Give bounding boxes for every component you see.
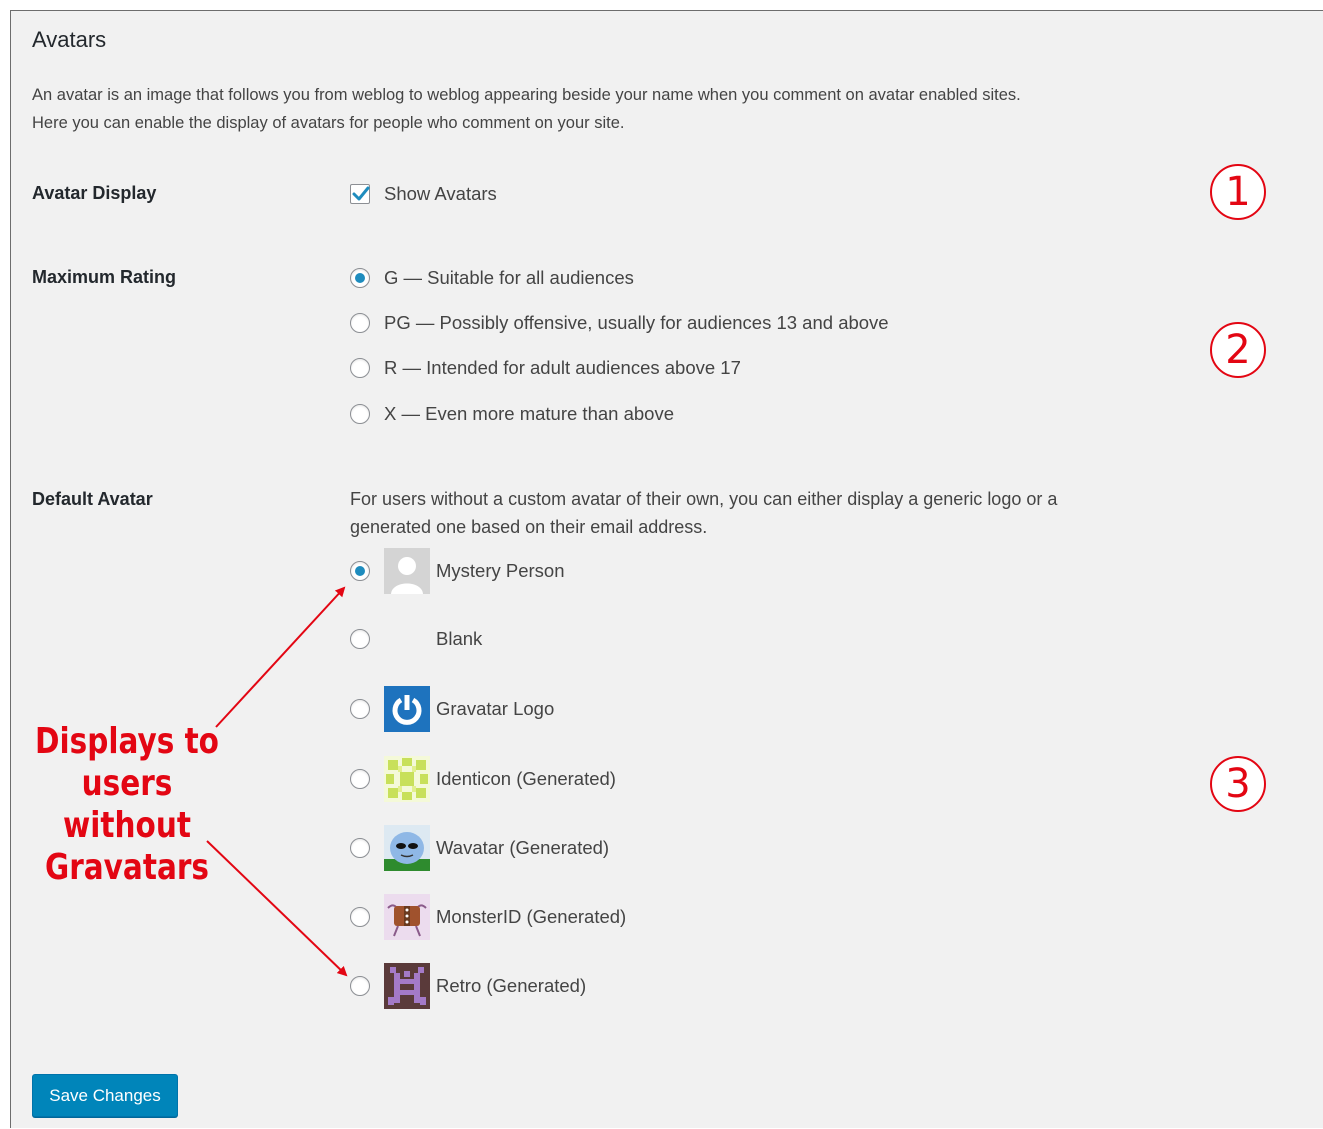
avatars-settings-panel: Avatars An avatar is an image that follo… <box>10 10 1323 1128</box>
arrow-to-retro <box>206 840 348 977</box>
arrow-to-mystery-person <box>215 586 346 728</box>
annotation-arrows <box>206 586 348 977</box>
